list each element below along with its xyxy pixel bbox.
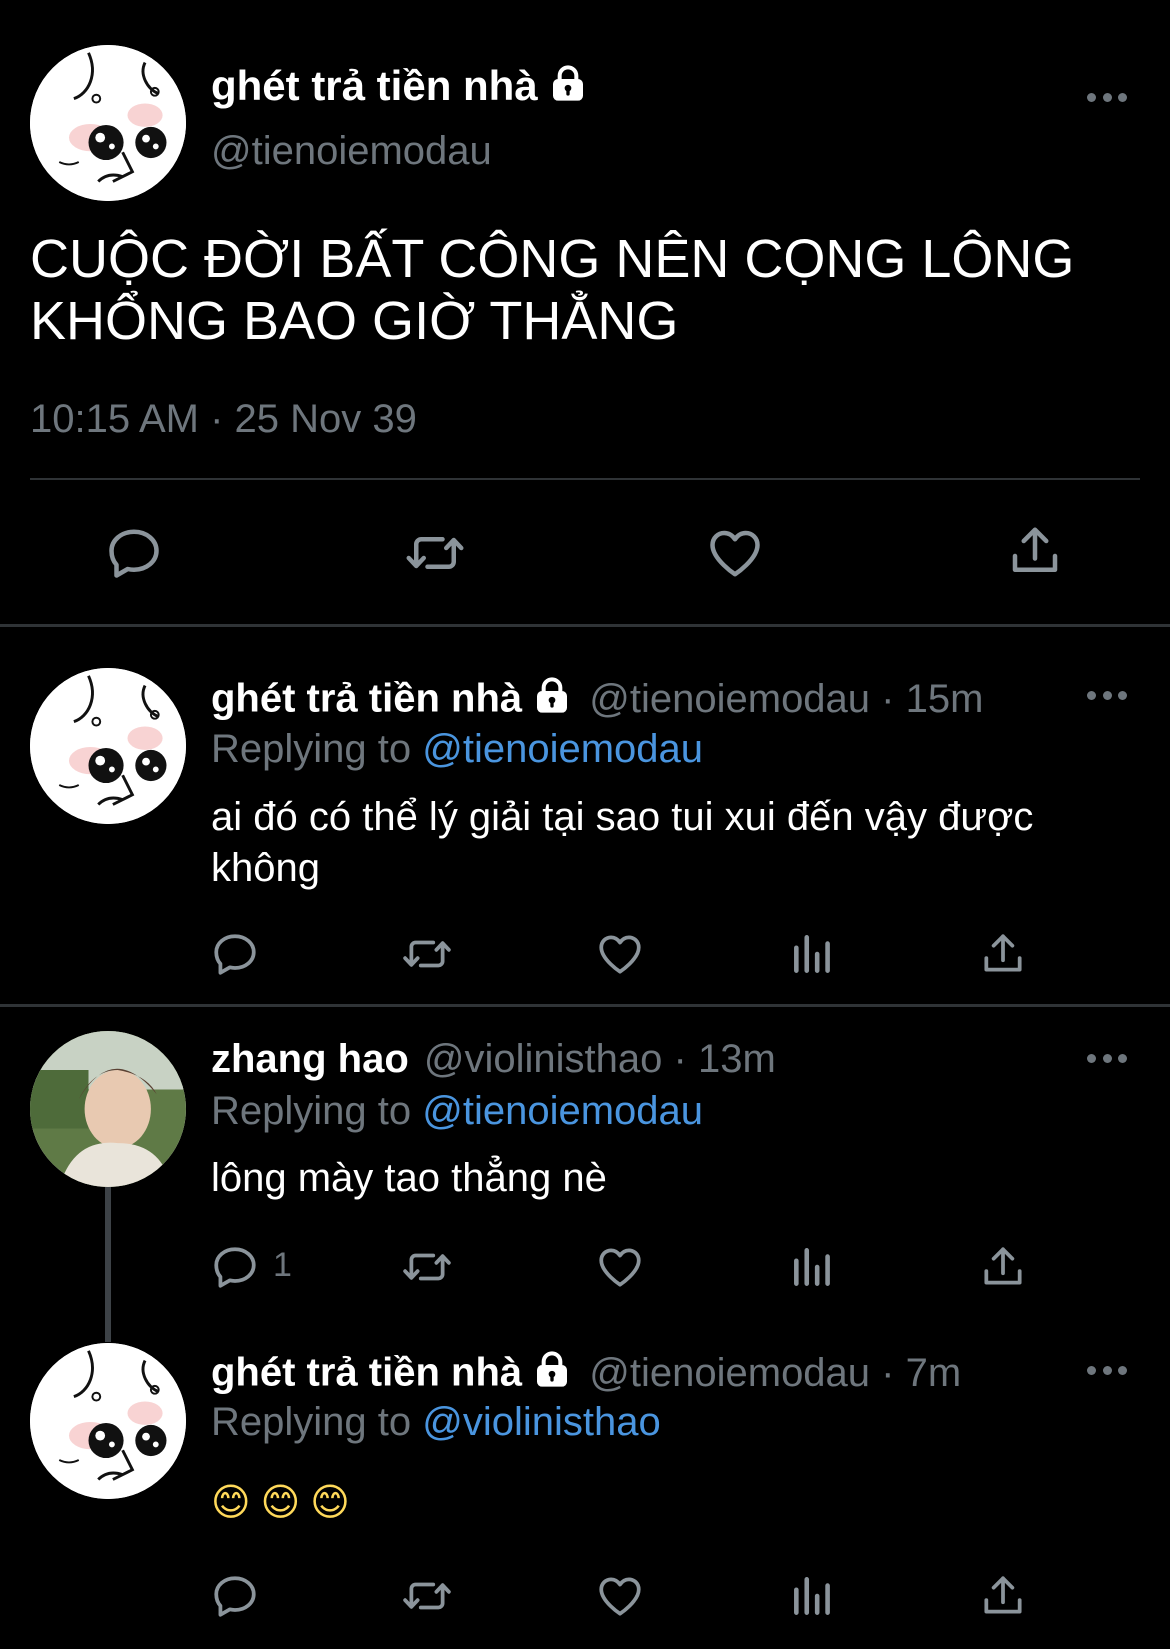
author-handle[interactable]: @tienoiemodau xyxy=(211,129,492,174)
tweet-timestamp[interactable]: 10:15 AM · 25 Nov 39 xyxy=(30,397,417,442)
retweet-icon[interactable] xyxy=(404,523,466,583)
reply-header: ghét trả tiền nhà @tienoiemodau · 7m xyxy=(211,1350,961,1400)
more-options-icon[interactable] xyxy=(1087,1364,1127,1376)
reply-handle-time[interactable]: @violinisthao · 13m xyxy=(424,1037,776,1081)
share-icon[interactable] xyxy=(978,929,1028,979)
reply-header: zhang hao @violinisthao · 13m xyxy=(211,1037,776,1082)
reply-icon[interactable] xyxy=(104,523,164,583)
reply-handle-time[interactable]: @tienoiemodau · 15m xyxy=(589,677,983,721)
more-options-icon[interactable] xyxy=(1087,1052,1127,1064)
reply-text-emoji: 😊😊😊 xyxy=(211,1482,360,1524)
share-icon[interactable] xyxy=(978,1242,1028,1292)
section-divider xyxy=(0,1004,1170,1007)
retweet-icon[interactable] xyxy=(401,1242,453,1292)
lock-icon xyxy=(532,676,572,726)
retweet-icon[interactable] xyxy=(401,1571,453,1621)
reply-text-line-2: không xyxy=(211,846,320,890)
more-options-icon[interactable] xyxy=(1087,91,1127,103)
reply-text-line-1: ai đó có thể lý giải tại sao tui xui đến… xyxy=(211,795,1034,839)
reply-header: ghét trả tiền nhà @tienoiemodau · 15m xyxy=(211,676,983,726)
reply-text-line-1: lông mày tao thẳng nè xyxy=(211,1156,607,1200)
author-display-name[interactable]: ghét trả tiền nhà xyxy=(211,62,588,114)
display-name-text[interactable]: ghét trả tiền nhà xyxy=(211,62,538,109)
replying-label: Replying to xyxy=(211,1089,412,1133)
like-icon[interactable] xyxy=(595,929,645,979)
reply-count: 1 xyxy=(273,1246,292,1284)
author-avatar[interactable] xyxy=(30,45,186,201)
reply-icon[interactable] xyxy=(210,1571,260,1621)
reply-avatar[interactable] xyxy=(30,1343,186,1499)
tweet-text-line-2: KHỔNG BAO GIỜ THẲNG xyxy=(30,291,679,351)
views-icon[interactable] xyxy=(788,1571,838,1621)
thread-connector-line xyxy=(105,1187,111,1342)
reply-icon[interactable] xyxy=(210,929,260,979)
views-icon[interactable] xyxy=(788,929,838,979)
replying-to-link[interactable]: @tienoiemodau xyxy=(422,1089,703,1133)
like-icon[interactable] xyxy=(705,523,765,583)
views-icon[interactable] xyxy=(788,1242,838,1292)
like-icon[interactable] xyxy=(595,1242,645,1292)
reply-display-name[interactable]: ghét trả tiền nhà xyxy=(211,677,522,721)
reply-display-name[interactable]: ghét trả tiền nhà xyxy=(211,1351,522,1395)
replying-to-line: Replying to @tienoiemodau xyxy=(211,1089,703,1134)
replying-label: Replying to xyxy=(211,727,412,771)
replying-label: Replying to xyxy=(211,1400,412,1444)
section-divider xyxy=(0,624,1170,627)
replying-to-line: Replying to @tienoiemodau xyxy=(211,727,703,772)
reply-handle-time[interactable]: @tienoiemodau · 7m xyxy=(589,1351,961,1395)
reply-avatar[interactable] xyxy=(30,1031,186,1187)
retweet-icon[interactable] xyxy=(401,929,453,979)
share-icon[interactable] xyxy=(978,1571,1028,1621)
replying-to-line: Replying to @violinisthao xyxy=(211,1400,661,1445)
lock-icon xyxy=(548,64,588,114)
reply-avatar[interactable] xyxy=(30,668,186,824)
tweet-text-line-1: CUỘC ĐỜI BẤT CÔNG NÊN CỌNG LÔNG xyxy=(30,229,1075,289)
share-icon[interactable] xyxy=(1005,521,1065,581)
more-options-icon[interactable] xyxy=(1087,689,1127,701)
lock-icon xyxy=(532,1350,572,1400)
timestamp-divider xyxy=(30,478,1140,480)
replying-to-link[interactable]: @tienoiemodau xyxy=(422,727,703,771)
like-icon[interactable] xyxy=(595,1571,645,1621)
reply-icon[interactable] xyxy=(210,1242,260,1292)
reply-display-name[interactable]: zhang hao xyxy=(211,1037,409,1081)
replying-to-link[interactable]: @violinisthao xyxy=(422,1400,661,1444)
